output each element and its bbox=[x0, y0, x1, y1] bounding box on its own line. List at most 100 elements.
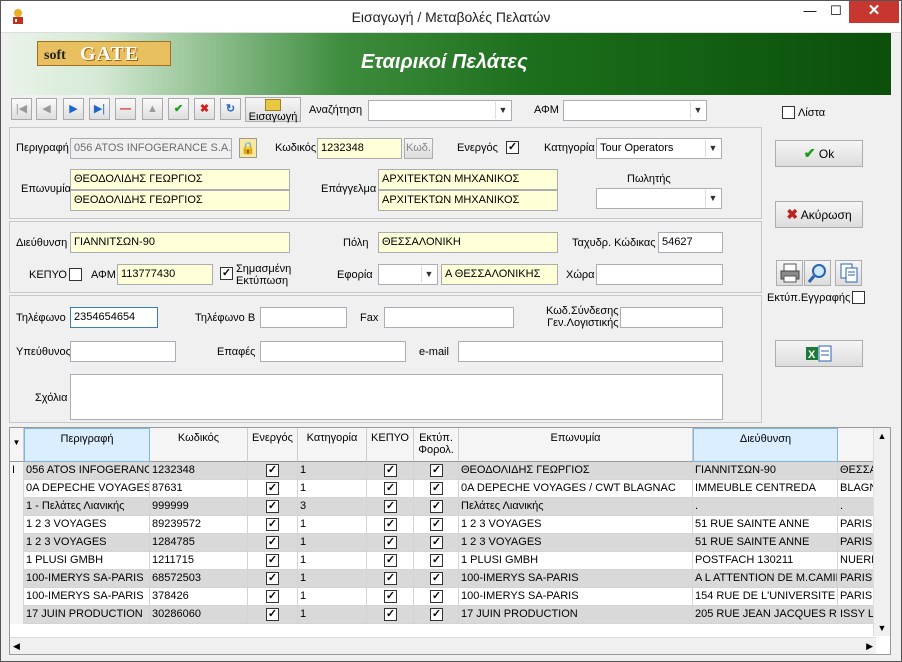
grid-header-6[interactable]: Επωνυμία bbox=[459, 428, 693, 462]
grid-header-3[interactable]: Κατηγορία bbox=[298, 428, 367, 462]
cell-addr[interactable]: 51 RUE SAINTE ANNE bbox=[693, 516, 838, 534]
profession-field-2[interactable]: ΑΡΧΙΤΕΚΤΩΝ ΜΗΧΑΝΙΚΟΣ bbox=[378, 190, 558, 211]
cell-active[interactable]: ✓ bbox=[248, 498, 298, 516]
cell-code[interactable]: 30286060 bbox=[150, 606, 248, 624]
scroll-down-icon[interactable]: ▼ bbox=[874, 620, 890, 636]
cell-kepyo[interactable]: ✓ bbox=[367, 570, 414, 588]
row-indicator[interactable] bbox=[10, 552, 24, 570]
next-record-icon[interactable]: ▶ bbox=[63, 98, 84, 120]
cell-checkbox[interactable]: ✓ bbox=[384, 608, 397, 621]
cell-code[interactable]: 68572503 bbox=[150, 570, 248, 588]
cell-city[interactable]: PARIS bbox=[838, 534, 878, 552]
table-row[interactable]: 100-IMERYS SA-PARIS 378426 ✓ 1 ✓ ✓ 100-IMERYS … bbox=[10, 588, 878, 606]
cell-checkbox[interactable]: ✓ bbox=[384, 464, 397, 477]
last-record-icon[interactable]: ▶| bbox=[89, 98, 110, 120]
cell-print[interactable]: ✓ bbox=[414, 552, 459, 570]
grid-header-0[interactable]: Περιγραφή bbox=[24, 428, 150, 462]
cell-print[interactable]: ✓ bbox=[414, 606, 459, 624]
cell-checkbox[interactable]: ✓ bbox=[430, 572, 443, 585]
cell-cat[interactable]: 1 bbox=[298, 462, 367, 480]
cell-code[interactable]: 999999 bbox=[150, 498, 248, 516]
profession-field-1[interactable]: ΑΡΧΙΤΕΚΤΩΝ ΜΗΧΑΝΙΚΟΣ bbox=[378, 169, 558, 190]
row-indicator[interactable] bbox=[10, 534, 24, 552]
cell-city[interactable]: BLAGNAC bbox=[838, 480, 878, 498]
cell-print[interactable]: ✓ bbox=[414, 480, 459, 498]
city-field[interactable]: ΘΕΣΣΑΛΟΝΙΚΗ bbox=[378, 232, 558, 253]
cell-checkbox[interactable]: ✓ bbox=[384, 482, 397, 495]
grid-header-8[interactable] bbox=[838, 428, 878, 462]
cell-desc[interactable]: 0A DEPECHE VOYAGES / CWT BLAGNAC bbox=[24, 480, 150, 498]
cell-code[interactable]: 87631 bbox=[150, 480, 248, 498]
cell-active[interactable]: ✓ bbox=[248, 588, 298, 606]
cell-active[interactable]: ✓ bbox=[248, 606, 298, 624]
cell-active[interactable]: ✓ bbox=[248, 480, 298, 498]
cell-active[interactable]: ✓ bbox=[248, 552, 298, 570]
cell-name[interactable]: 1 2 3 VOYAGES bbox=[459, 516, 693, 534]
cell-cat[interactable]: 1 bbox=[298, 570, 367, 588]
grid-header-1[interactable]: Κωδικός bbox=[150, 428, 248, 462]
link-code-field[interactable] bbox=[620, 307, 723, 328]
cell-checkbox[interactable]: ✓ bbox=[266, 536, 279, 549]
refresh-icon[interactable]: ↻ bbox=[220, 98, 241, 120]
table-row[interactable]: 100-IMERYS SA-PARIS 68572503 ✓ 1 ✓ ✓ 100-IMERY… bbox=[10, 570, 878, 588]
row-indicator[interactable] bbox=[10, 606, 24, 624]
cell-checkbox[interactable]: ✓ bbox=[266, 554, 279, 567]
cell-addr[interactable]: 154 RUE DE L'UNIVERSITE bbox=[693, 588, 838, 606]
copy-button[interactable] bbox=[835, 260, 862, 286]
cell-name[interactable]: 100-IMERYS SA-PARIS bbox=[459, 570, 693, 588]
cell-print[interactable]: ✓ bbox=[414, 462, 459, 480]
contacts-field[interactable] bbox=[260, 341, 406, 362]
table-row[interactable]: 1 PLUSI GMBH 1211715 ✓ 1 ✓ ✓ 1 PLUSI GMBH POSTF… bbox=[10, 552, 878, 570]
row-indicator[interactable] bbox=[10, 588, 24, 606]
cell-name[interactable]: 17 JUIN PRODUCTION bbox=[459, 606, 693, 624]
cell-checkbox[interactable]: ✓ bbox=[384, 500, 397, 513]
cell-active[interactable]: ✓ bbox=[248, 534, 298, 552]
kepyo-checkbox[interactable] bbox=[69, 268, 82, 281]
row-indicator[interactable] bbox=[10, 480, 24, 498]
marked-print-checkbox[interactable]: ✓ bbox=[220, 267, 233, 280]
cell-checkbox[interactable]: ✓ bbox=[266, 482, 279, 495]
cell-kepyo[interactable]: ✓ bbox=[367, 462, 414, 480]
cell-addr[interactable]: IMMEUBLE CENTREDA bbox=[693, 480, 838, 498]
cell-kepyo[interactable]: ✓ bbox=[367, 498, 414, 516]
grid-header-5[interactable]: Εκτύπ. Φορολ. bbox=[414, 428, 459, 462]
table-row[interactable]: 0A DEPECHE VOYAGES / CWT BLAGNAC87631✓1✓… bbox=[10, 480, 878, 498]
cell-code[interactable]: 378426 bbox=[150, 588, 248, 606]
cell-city[interactable]: ΘΕΣΣΑΛΟΝΙΚΗ bbox=[838, 462, 878, 480]
cell-kepyo[interactable]: ✓ bbox=[367, 516, 414, 534]
cell-kepyo[interactable]: ✓ bbox=[367, 588, 414, 606]
cell-kepyo[interactable]: ✓ bbox=[367, 534, 414, 552]
insert-button[interactable]: Εισαγωγή bbox=[245, 97, 301, 123]
zip-field[interactable]: 54627 bbox=[658, 232, 723, 253]
active-checkbox[interactable]: ✓ bbox=[506, 141, 519, 154]
cell-city[interactable]: . bbox=[838, 498, 878, 516]
excel-export-button[interactable]: X bbox=[775, 340, 863, 367]
description-field[interactable]: 056 ATOS INFOGERANCE S.A. bbox=[70, 138, 232, 159]
tax-office-field[interactable]: Α ΘΕΣΣΑΛΟΝΙΚΗΣ bbox=[441, 264, 558, 285]
maximize-button[interactable]: ☐ bbox=[823, 1, 849, 23]
grid-header-7[interactable]: Διεύθυνση bbox=[693, 428, 838, 462]
afm-field[interactable]: 113777430 bbox=[117, 264, 213, 285]
cell-name[interactable]: 100-IMERYS SA-PARIS bbox=[459, 588, 693, 606]
lock-icon[interactable]: 🔒 bbox=[239, 138, 257, 158]
cell-name[interactable]: 1 PLUSI GMBH bbox=[459, 552, 693, 570]
cell-name[interactable]: 1 2 3 VOYAGES bbox=[459, 534, 693, 552]
email-field[interactable] bbox=[458, 341, 723, 362]
scroll-up-icon[interactable]: ▲ bbox=[874, 428, 890, 444]
horizontal-scrollbar[interactable]: ◀ ▶ bbox=[10, 637, 876, 654]
row-indicator[interactable] bbox=[10, 498, 24, 516]
table-row[interactable]: 1 - Πελάτες Λιανικής 999999 ✓ 3 ✓ ✓ Πελάτες Λι… bbox=[10, 498, 878, 516]
print-button[interactable] bbox=[776, 260, 803, 286]
cancel-record-icon[interactable]: ✖ bbox=[194, 98, 215, 120]
cell-desc[interactable]: 1 PLUSI GMBH bbox=[24, 552, 150, 570]
cell-checkbox[interactable]: ✓ bbox=[266, 464, 279, 477]
cell-code[interactable]: 1232348 bbox=[150, 462, 248, 480]
afm-search-dropdown[interactable]: ▼ bbox=[563, 100, 707, 121]
row-indicator[interactable] bbox=[10, 570, 24, 588]
row-indicator[interactable] bbox=[10, 516, 24, 534]
cell-desc[interactable]: 056 ATOS INFOGERANCE S.A. bbox=[24, 462, 150, 480]
cell-checkbox[interactable]: ✓ bbox=[266, 518, 279, 531]
cell-print[interactable]: ✓ bbox=[414, 534, 459, 552]
search-dropdown[interactable]: ▼ bbox=[368, 100, 512, 121]
cell-checkbox[interactable]: ✓ bbox=[384, 554, 397, 567]
